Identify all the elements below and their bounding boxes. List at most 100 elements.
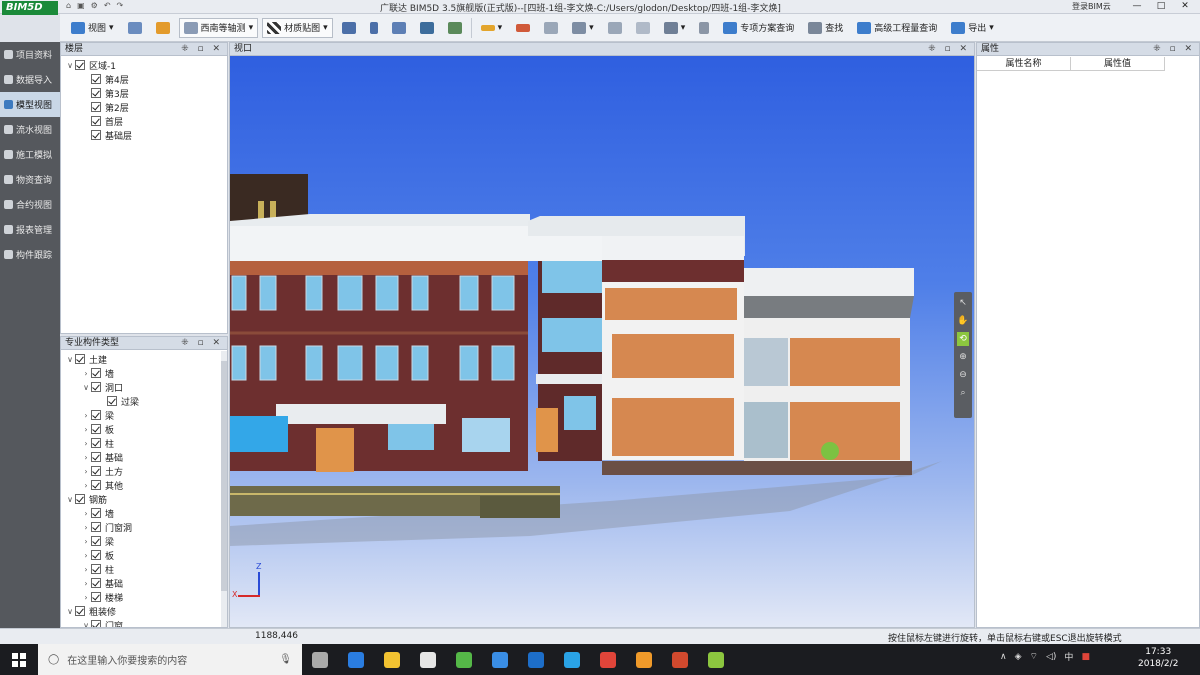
nav-tool-button[interactable]: ⊕ xyxy=(957,350,969,364)
tree-checkbox[interactable] xyxy=(91,452,101,462)
tree-item[interactable]: › 板 xyxy=(61,548,227,562)
tree-item[interactable]: › 墙 xyxy=(61,366,227,380)
tree-checkbox[interactable] xyxy=(107,396,117,406)
axis-view-select[interactable]: 西南等轴测 ▾ xyxy=(178,17,259,38)
nav-item[interactable]: 构件跟踪 xyxy=(0,242,60,267)
tree-checkbox[interactable] xyxy=(91,368,101,378)
nav-item[interactable]: 项目资料 xyxy=(0,42,60,67)
model-canvas[interactable]: Z X ↖ ✋ ⟲ ⊕ ⊖ ⌕ xyxy=(230,56,974,627)
explorer-app[interactable] xyxy=(374,644,410,675)
panel-controls[interactable]: ⁜ ▫ ✕ xyxy=(181,337,227,349)
security-icon[interactable]: ◈ xyxy=(1015,652,1022,662)
save-icon[interactable]: ▣ xyxy=(77,1,85,13)
tree-checkbox[interactable] xyxy=(91,536,101,546)
tree-item[interactable]: 过梁 xyxy=(61,394,227,408)
panel-controls[interactable]: ⁜ ▫ ✕ xyxy=(928,43,974,55)
expand-arrow-icon[interactable]: › xyxy=(81,453,91,462)
tree-item[interactable]: 第3层 xyxy=(61,86,227,100)
cloud-login-link[interactable]: 登录BIM云 xyxy=(1072,1,1111,12)
tree-item[interactable]: ∨ 粗装修 xyxy=(61,604,227,618)
settings-icon[interactable]: ⚙ xyxy=(91,1,98,13)
expand-arrow-icon[interactable]: › xyxy=(81,411,91,420)
snapshot-button[interactable] xyxy=(443,18,467,38)
export-button[interactable]: 导出 ▾ xyxy=(946,18,999,38)
find-button[interactable]: 查找 xyxy=(803,18,848,38)
pen-button[interactable]: ▾ xyxy=(567,18,599,38)
tree-checkbox[interactable] xyxy=(91,410,101,420)
nav-item[interactable]: 数据导入 xyxy=(0,67,60,92)
edge-app[interactable] xyxy=(338,644,374,675)
tree-checkbox[interactable] xyxy=(91,466,101,476)
tree-item[interactable]: › 梁 xyxy=(61,534,227,548)
tree-item[interactable]: › 梁 xyxy=(61,408,227,422)
nav-item[interactable]: 合约视图 xyxy=(0,192,60,217)
maximize-button[interactable]: □ xyxy=(1149,0,1173,13)
expand-arrow-icon[interactable]: › xyxy=(81,369,91,378)
tree-item[interactable]: ∨ 门窗 xyxy=(61,618,227,628)
tree-item[interactable]: ∨ 洞口 xyxy=(61,380,227,394)
tree-item[interactable]: ∨ 土建 xyxy=(61,352,227,366)
expand-arrow-icon[interactable]: › xyxy=(81,565,91,574)
tree-checkbox[interactable] xyxy=(91,438,101,448)
tree-item[interactable]: › 土方 xyxy=(61,464,227,478)
expand-arrow-icon[interactable]: ∨ xyxy=(81,383,91,392)
tree-checkbox[interactable] xyxy=(91,88,101,98)
nav-item[interactable]: 模型视图 xyxy=(0,92,60,117)
slice-button[interactable] xyxy=(631,18,655,38)
chrome-app[interactable] xyxy=(590,644,626,675)
expand-arrow-icon[interactable]: › xyxy=(81,425,91,434)
tree-item[interactable]: 第4层 xyxy=(61,72,227,86)
expand-arrow-icon[interactable]: ∨ xyxy=(65,61,75,70)
person-button[interactable] xyxy=(365,18,383,38)
expand-arrow-icon[interactable]: › xyxy=(81,523,91,532)
tree-item[interactable]: 基础层 xyxy=(61,128,227,142)
expand-arrow-icon[interactable]: › xyxy=(81,593,91,602)
nav-tool-button[interactable]: ⟲ xyxy=(957,332,969,346)
panel-controls[interactable]: ⁜ ▫ ✕ xyxy=(181,43,227,55)
bim5d-app[interactable] xyxy=(698,644,734,675)
expand-arrow-icon[interactable]: › xyxy=(81,439,91,448)
tree-checkbox[interactable] xyxy=(91,102,101,112)
tree-checkbox[interactable] xyxy=(91,424,101,434)
expand-arrow-icon[interactable]: ∨ xyxy=(81,621,91,628)
tree-checkbox[interactable] xyxy=(91,130,101,140)
tree-checkbox[interactable] xyxy=(75,60,85,70)
powerpoint-app[interactable] xyxy=(662,644,698,675)
tree-item[interactable]: › 楼梯 xyxy=(61,590,227,604)
home-icon[interactable]: ⌂ xyxy=(66,1,71,13)
capture-button[interactable] xyxy=(415,18,439,38)
chevron-up-icon[interactable]: ∧ xyxy=(1000,652,1007,662)
nav-tool-button[interactable]: ↖ xyxy=(957,296,969,310)
expand-arrow-icon[interactable]: › xyxy=(81,551,91,560)
measure-button[interactable]: ▾ xyxy=(476,18,508,38)
tree-checkbox[interactable] xyxy=(91,480,101,490)
colorful-app[interactable] xyxy=(626,644,662,675)
tree-checkbox[interactable] xyxy=(91,382,101,392)
nav-item[interactable]: 报表管理 xyxy=(0,217,60,242)
tree-checkbox[interactable] xyxy=(91,592,101,602)
outlook-app[interactable] xyxy=(518,644,554,675)
maxthon-app[interactable] xyxy=(554,644,590,675)
notification-app-icon[interactable]: ■ xyxy=(1081,652,1090,662)
tree-checkbox[interactable] xyxy=(91,620,101,627)
panel-controls[interactable]: ⁜ ▫ ✕ xyxy=(1153,43,1199,55)
scrollbar[interactable] xyxy=(221,351,227,627)
tree-item[interactable]: ∨ 区域-1 xyxy=(61,58,227,72)
expand-arrow-icon[interactable]: › xyxy=(81,467,91,476)
tree-item[interactable]: › 基础 xyxy=(61,450,227,464)
taskbar-clock[interactable]: 17:33 2018/2/2 xyxy=(1138,646,1178,670)
tree-checkbox[interactable] xyxy=(91,116,101,126)
expand-arrow-icon[interactable]: › xyxy=(81,537,91,546)
taskbar-search[interactable]: ◯ 在这里输入你要搜索的内容 🎙 xyxy=(38,644,302,675)
tree-checkbox[interactable] xyxy=(91,578,101,588)
tree-item[interactable]: ∨ 钢筋 xyxy=(61,492,227,506)
redo-icon[interactable]: ↷ xyxy=(117,1,124,13)
minimize-button[interactable]: — xyxy=(1125,0,1149,13)
tree-checkbox[interactable] xyxy=(91,508,101,518)
nav-item[interactable]: 流水视图 xyxy=(0,117,60,142)
expand-arrow-icon[interactable]: › xyxy=(81,579,91,588)
material-texture-select[interactable]: 材质贴图 ▾ xyxy=(262,17,333,38)
start-button[interactable] xyxy=(0,644,38,675)
nav-tool-button[interactable]: ✋ xyxy=(957,314,969,328)
tree-item[interactable]: › 墙 xyxy=(61,506,227,520)
